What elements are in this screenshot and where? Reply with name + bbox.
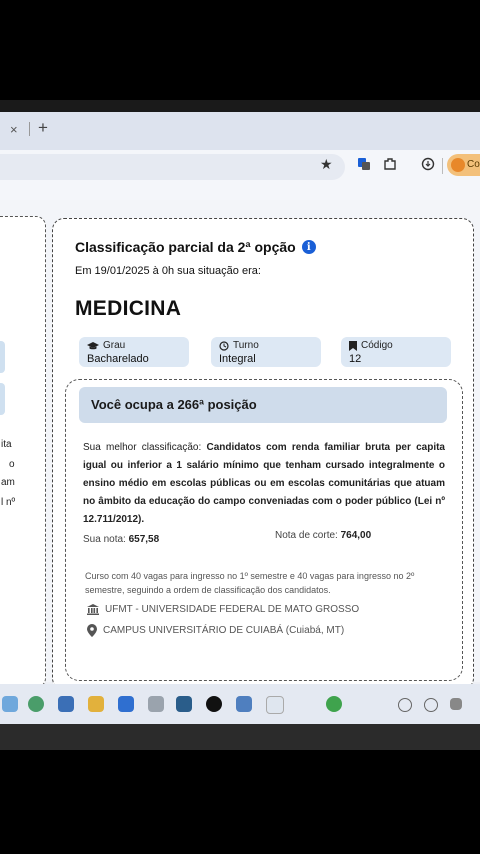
taskbar-app-icon[interactable] — [148, 696, 164, 712]
folder-icon[interactable] — [88, 696, 104, 712]
previous-option-card: ita o am l nº — [0, 216, 46, 688]
tab-close-icon[interactable]: × — [10, 122, 18, 137]
turno-pill: Turno Integral — [211, 337, 321, 367]
best-classification-label: Sua melhor classificação: — [83, 442, 202, 453]
position-banner: Você ocupa a 266ª posição — [79, 387, 447, 423]
card-title: Classificação parcial da 2ª opção i — [75, 239, 316, 255]
date-line: Em 19/01/2025 à 0h sua situação era: — [75, 265, 261, 277]
bookmark-star-icon[interactable]: ★ — [320, 156, 333, 173]
codigo-label-text: Código — [361, 340, 393, 351]
dropbox-icon[interactable] — [118, 696, 134, 712]
turno-label: Turno — [219, 340, 259, 351]
university-line: UFMT - UNIVERSIDADE FEDERAL DE MATO GROS… — [87, 604, 359, 615]
left-card-pill — [0, 383, 5, 415]
graduation-cap-icon — [87, 341, 99, 349]
toolbar-separator — [442, 158, 443, 174]
best-classification: Sua melhor classificação: Candidatos com… — [83, 439, 445, 529]
grade: Sua nota: 657,58 — [83, 534, 159, 545]
taskbar-app-icon[interactable] — [176, 696, 192, 712]
profile-label: Co — [467, 159, 480, 170]
translate-icon[interactable] — [356, 156, 372, 172]
taskbar-app-icon[interactable] — [58, 696, 74, 712]
screen: × + ★ Co ita o am l nº Classificação par… — [0, 112, 480, 724]
location-pin-icon — [87, 624, 97, 637]
left-card-text: o — [9, 459, 15, 470]
cut-value: 764,00 — [340, 530, 372, 541]
university-building-icon — [87, 604, 99, 615]
vacancies-text: Curso com 40 vagas para ingresso no 1º s… — [85, 571, 415, 595]
tiktok-icon[interactable] — [206, 696, 222, 712]
tab-strip: × + — [0, 112, 480, 150]
turno-label-text: Turno — [233, 340, 259, 351]
chrome-icon[interactable] — [326, 696, 342, 712]
taskbar-app-icon[interactable] — [236, 696, 252, 712]
address-bar[interactable] — [0, 154, 345, 180]
taskbar-app-icon[interactable] — [266, 696, 284, 714]
tab-separator — [29, 122, 30, 136]
tray-icon[interactable] — [450, 698, 462, 710]
taskbar-app-icon[interactable] — [2, 696, 18, 712]
clock-icon — [219, 340, 229, 351]
taskbar — [0, 684, 480, 724]
taskbar-app-icon[interactable] — [28, 696, 44, 712]
cut-score: Nota de corte: 764,00 — [275, 530, 371, 541]
page-content: ita o am l nº Classificação parcial da 2… — [0, 200, 480, 690]
turno-value: Integral — [219, 353, 256, 365]
codigo-value: 12 — [349, 353, 362, 365]
bookmark-icon — [349, 340, 357, 351]
grau-label: Grau — [87, 340, 125, 351]
downloads-icon[interactable] — [420, 156, 436, 172]
grau-label-text: Grau — [103, 340, 126, 351]
grade-value: 657,58 — [128, 534, 160, 545]
best-classification-text: Candidatos com renda familiar bruta per … — [83, 442, 445, 525]
info-icon[interactable]: i — [301, 240, 316, 254]
codigo-pill: Código 12 — [341, 337, 451, 367]
grade-label: Sua nota: — [83, 534, 126, 545]
university-name: UFMT - UNIVERSIDADE FEDERAL DE MATO GROS… — [105, 604, 360, 615]
course-name: MEDICINA — [75, 297, 182, 320]
second-option-card: Classificação parcial da 2ª opção i Em 1… — [52, 218, 474, 690]
monitor-bottom-bezel — [0, 724, 480, 750]
profile-button[interactable]: Co — [447, 154, 480, 176]
extensions-icon[interactable] — [382, 156, 398, 172]
left-card-pill — [0, 341, 5, 373]
left-card-text: l nº — [1, 497, 16, 508]
tray-icon[interactable] — [398, 698, 412, 712]
card-title-text: Classificação parcial da 2ª opção — [75, 239, 296, 255]
position-text: Você ocupa a 266ª posição — [91, 397, 257, 412]
profile-avatar-icon — [451, 158, 465, 172]
browser-toolbar: ★ Co — [0, 150, 480, 200]
campus-name: CAMPUS UNIVERSITÁRIO DE CUIABÁ (Cuiabá, … — [103, 625, 345, 636]
codigo-label: Código — [349, 340, 393, 351]
campus-line: CAMPUS UNIVERSITÁRIO DE CUIABÁ (Cuiabá, … — [87, 624, 344, 637]
grau-value: Bacharelado — [87, 353, 149, 365]
left-card-text: am — [1, 477, 15, 488]
grau-pill: Grau Bacharelado — [79, 337, 189, 367]
cut-label: Nota de corte: — [275, 530, 338, 541]
left-card-text: ita — [1, 439, 12, 450]
tray-icon[interactable] — [424, 698, 438, 712]
new-tab-icon[interactable]: + — [38, 118, 48, 138]
